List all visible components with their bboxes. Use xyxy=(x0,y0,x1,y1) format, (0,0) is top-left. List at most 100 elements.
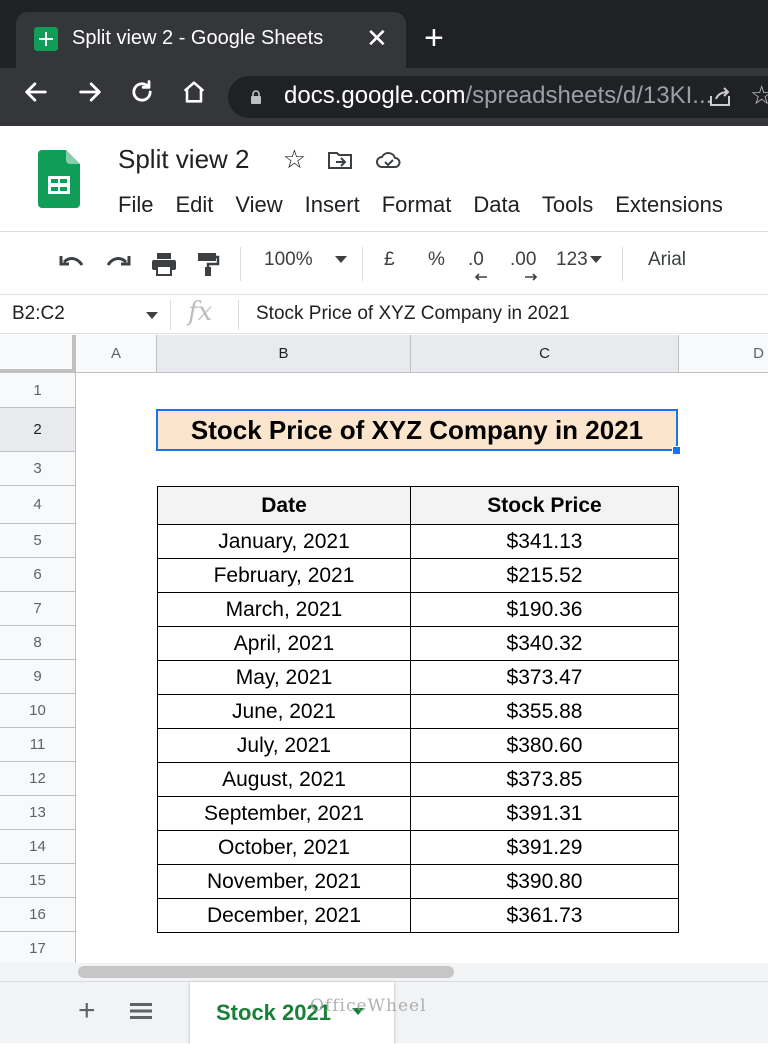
menu-edit[interactable]: Edit xyxy=(175,192,213,217)
menu-format[interactable]: Format xyxy=(382,192,452,217)
select-all-corner[interactable] xyxy=(0,335,76,373)
column-header-b[interactable]: B xyxy=(157,335,411,373)
date-cell[interactable]: February, 2021 xyxy=(157,558,411,593)
undo-icon[interactable] xyxy=(58,252,86,274)
move-folder-icon[interactable] xyxy=(327,150,353,170)
sheet-tabs-bar: + Stock 2021 OfficeWheel xyxy=(0,981,768,1044)
price-cell[interactable]: $340.32 xyxy=(410,626,679,661)
add-sheet-button[interactable]: + xyxy=(78,996,96,1026)
zoom-select[interactable]: 100% xyxy=(264,249,347,271)
price-cell[interactable]: $361.73 xyxy=(410,898,679,933)
table-row: November, 2021 $390.80 xyxy=(157,864,679,899)
price-cell[interactable]: $391.31 xyxy=(410,796,679,831)
price-cell[interactable]: $390.80 xyxy=(410,864,679,899)
cloud-status-icon[interactable] xyxy=(375,150,403,170)
row-header[interactable]: 7 xyxy=(0,592,76,626)
price-cell[interactable]: $215.52 xyxy=(410,558,679,593)
menu-view[interactable]: View xyxy=(235,192,282,217)
url-host: docs.google.com xyxy=(284,82,466,109)
column-header-c[interactable]: C xyxy=(411,335,679,373)
back-icon[interactable] xyxy=(22,78,50,115)
column-header-d[interactable]: D xyxy=(679,335,768,373)
forward-icon[interactable] xyxy=(76,78,104,115)
table-row: March, 2021 $190.36 xyxy=(157,592,679,627)
header-stock-price[interactable]: Stock Price xyxy=(410,486,679,525)
row-header[interactable]: 16 xyxy=(0,898,76,932)
column-header-a[interactable]: A xyxy=(76,335,157,373)
arrow-right-icon xyxy=(525,273,538,281)
redo-icon[interactable] xyxy=(104,252,132,274)
date-cell[interactable]: October, 2021 xyxy=(157,830,411,865)
date-cell[interactable]: December, 2021 xyxy=(157,898,411,933)
price-cell[interactable]: $373.85 xyxy=(410,762,679,797)
row-header[interactable]: 8 xyxy=(0,626,76,660)
menu-tools[interactable]: Tools xyxy=(542,192,593,217)
date-cell[interactable]: March, 2021 xyxy=(157,592,411,627)
browser-tab[interactable]: Split view 2 - Google Sheets ✕ xyxy=(16,12,406,68)
date-cell[interactable]: July, 2021 xyxy=(157,728,411,763)
more-formats-button[interactable]: 123 xyxy=(556,249,602,271)
document-title[interactable]: Split view 2 ☆ xyxy=(118,144,403,175)
menu-data[interactable]: Data xyxy=(473,192,519,217)
row-header[interactable]: 2 xyxy=(0,408,76,452)
row-header[interactable]: 11 xyxy=(0,728,76,762)
date-cell[interactable]: April, 2021 xyxy=(157,626,411,661)
row-header[interactable]: 10 xyxy=(0,694,76,728)
date-cell[interactable]: June, 2021 xyxy=(157,694,411,729)
price-cell[interactable]: $373.47 xyxy=(410,660,679,695)
bookmark-star-icon[interactable]: ☆ xyxy=(750,80,768,111)
url-path: /spreadsheets/d/13KI... xyxy=(465,82,713,109)
table-row: October, 2021 $391.29 xyxy=(157,830,679,865)
row-header[interactable]: 4 xyxy=(0,486,76,524)
row-header[interactable]: 14 xyxy=(0,830,76,864)
decrease-decimal-button[interactable]: .0 xyxy=(468,249,487,281)
header-date[interactable]: Date xyxy=(157,486,411,525)
horizontal-scrollbar[interactable] xyxy=(0,963,768,981)
price-cell[interactable]: $341.13 xyxy=(410,524,679,559)
date-cell[interactable]: November, 2021 xyxy=(157,864,411,899)
scrollbar-thumb[interactable] xyxy=(78,966,454,978)
print-icon[interactable] xyxy=(150,251,178,277)
title-merged-cell[interactable]: Stock Price of XYZ Company in 2021 xyxy=(156,409,678,451)
menu-insert[interactable]: Insert xyxy=(305,192,360,217)
price-cell[interactable]: $190.36 xyxy=(410,592,679,627)
row-header[interactable]: 15 xyxy=(0,864,76,898)
price-cell[interactable]: $355.88 xyxy=(410,694,679,729)
zoom-value: 100% xyxy=(264,249,313,270)
price-cell[interactable]: $380.60 xyxy=(410,728,679,763)
date-cell[interactable]: August, 2021 xyxy=(157,762,411,797)
row-header[interactable]: 1 xyxy=(0,373,76,408)
date-cell[interactable]: May, 2021 xyxy=(157,660,411,695)
percent-format-button[interactable]: % xyxy=(428,249,445,271)
formula-input[interactable]: Stock Price of XYZ Company in 2021 xyxy=(256,303,570,325)
row-header[interactable]: 13 xyxy=(0,796,76,830)
address-bar[interactable]: docs.google.com/spreadsheets/d/13KI... ☆ xyxy=(228,76,768,118)
all-sheets-menu-icon[interactable] xyxy=(130,1002,152,1020)
new-tab-icon[interactable]: + xyxy=(424,20,444,56)
increase-decimal-button[interactable]: .00 xyxy=(510,249,538,281)
date-cell[interactable]: September, 2021 xyxy=(157,796,411,831)
currency-format-button[interactable]: £ xyxy=(384,249,395,271)
row-header[interactable]: 17 xyxy=(0,932,76,963)
row-header[interactable]: 9 xyxy=(0,660,76,694)
fill-handle[interactable] xyxy=(672,446,681,455)
share-icon[interactable] xyxy=(708,86,734,108)
name-box[interactable]: B2:C2 xyxy=(12,303,65,325)
price-cell[interactable]: $391.29 xyxy=(410,830,679,865)
formatting-toolbar: 100% £ % .0 .00 123 Arial xyxy=(0,233,768,295)
star-icon[interactable]: ☆ xyxy=(283,144,306,174)
home-icon[interactable] xyxy=(180,78,208,115)
menu-extensions[interactable]: Extensions xyxy=(615,192,723,217)
menu-file[interactable]: File xyxy=(118,192,153,217)
paint-format-icon[interactable] xyxy=(196,251,220,277)
row-header[interactable]: 3 xyxy=(0,452,76,486)
row-header[interactable]: 6 xyxy=(0,558,76,592)
spreadsheet-grid[interactable]: A B C D 1 2 3 4 5 6 7 8 9 10 11 12 13 14… xyxy=(0,335,768,963)
close-tab-icon[interactable]: ✕ xyxy=(366,23,388,53)
date-cell[interactable]: January, 2021 xyxy=(157,524,411,559)
row-header[interactable]: 12 xyxy=(0,762,76,796)
reload-icon[interactable] xyxy=(128,78,156,115)
row-header[interactable]: 5 xyxy=(0,524,76,558)
font-select[interactable]: Arial xyxy=(648,249,686,271)
name-box-dropdown-icon[interactable] xyxy=(146,312,158,319)
